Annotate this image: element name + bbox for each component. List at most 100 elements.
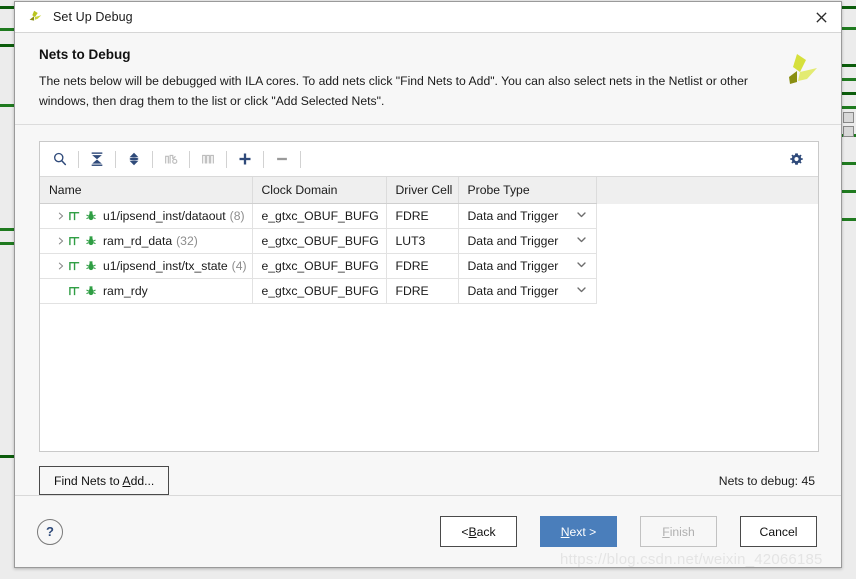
nets-panel: Name Clock Domain Driver Cell Probe Type… xyxy=(39,141,819,452)
search-icon[interactable] xyxy=(46,146,74,172)
net-name-label: ram_rdy xyxy=(103,284,148,298)
cell-driver-cell: FDRE xyxy=(386,278,459,304)
cell-probe-type[interactable]: Data and Trigger xyxy=(458,278,597,304)
set-up-debug-dialog: Set Up Debug Nets to Debug The nets belo… xyxy=(14,1,842,568)
chevron-down-icon[interactable] xyxy=(576,209,587,223)
bg-stripe xyxy=(0,28,14,31)
finish-mnemonic: F xyxy=(662,524,670,539)
dialog-titlebar: Set Up Debug xyxy=(15,2,841,33)
table-row[interactable]: u1/ipsend_inst/dataout (8) e_gtxc_OBUF_BUF… xyxy=(40,203,818,229)
probe-type-value: Data and Trigger xyxy=(467,259,559,273)
cell-probe-type[interactable]: Data and Trigger xyxy=(458,203,597,229)
bg-chip xyxy=(843,112,854,123)
cell-probe-type[interactable]: Data and Trigger xyxy=(458,253,597,279)
finish-button: Finish xyxy=(640,516,717,547)
nets-toolbar xyxy=(40,142,818,177)
back-label-pre: < xyxy=(461,524,469,539)
chevron-down-icon[interactable] xyxy=(576,284,587,298)
bg-stripe xyxy=(0,455,14,458)
expand-chevron-icon[interactable] xyxy=(53,259,68,273)
next-label-post: ext > xyxy=(569,524,597,539)
gear-icon[interactable] xyxy=(782,146,810,172)
net-bit-count-label: (4) xyxy=(231,259,247,273)
cell-driver-cell: LUT3 xyxy=(386,228,459,254)
back-button[interactable]: < Back xyxy=(440,516,517,547)
expand-chevron-icon[interactable] xyxy=(53,209,68,223)
probe-type-select[interactable]: Data and Trigger xyxy=(468,259,596,273)
toolbar-separator xyxy=(300,150,301,168)
column-header-driver-cell[interactable]: Driver Cell xyxy=(386,177,459,204)
net-waveform-icon xyxy=(68,209,83,223)
add-nets-icon[interactable] xyxy=(231,146,259,172)
bg-stripe xyxy=(842,64,856,67)
close-icon[interactable] xyxy=(801,2,841,32)
find-nets-to-add-button[interactable]: Find Nets to Add... xyxy=(39,466,170,495)
back-mnemonic: B xyxy=(468,524,477,539)
column-header-probe-type[interactable]: Probe Type xyxy=(458,177,597,204)
cell-clock-domain: e_gtxc_OBUF_BUFG xyxy=(252,203,387,229)
next-mnemonic: N xyxy=(560,524,570,539)
net-waveform-icon xyxy=(68,284,83,298)
collapse-all-icon[interactable] xyxy=(83,146,111,172)
toolbar-separator xyxy=(189,150,190,168)
cell-name[interactable]: u1/ipsend_inst/dataout (8) xyxy=(40,203,253,229)
toolbar-separator xyxy=(263,150,264,168)
bg-stripe xyxy=(0,104,14,107)
remove-nets-icon[interactable] xyxy=(268,146,296,172)
cell-driver-cell: FDRE xyxy=(386,253,459,279)
expand-all-icon[interactable] xyxy=(120,146,148,172)
toolbar-separator xyxy=(78,150,79,168)
bg-stripe xyxy=(0,242,14,245)
debug-net-icon xyxy=(85,210,98,223)
bg-stripe xyxy=(842,92,856,95)
panel-footer: Find Nets to Add... Nets to debug: 45 xyxy=(39,452,819,495)
bg-stripe xyxy=(842,27,856,30)
cell-driver-cell: FDRE xyxy=(386,203,459,229)
cell-filler xyxy=(596,279,818,304)
net-name-label: u1/ipsend_inst/tx_state xyxy=(103,259,228,273)
bg-stripe xyxy=(842,218,856,221)
cancel-button[interactable]: Cancel xyxy=(740,516,817,547)
toolbar-separator xyxy=(226,150,227,168)
table-row[interactable]: u1/ipsend_inst/tx_state (4) e_gtxc_OBUF_BU… xyxy=(40,253,818,279)
cell-probe-type[interactable]: Data and Trigger xyxy=(458,228,597,254)
probe-type-select[interactable]: Data and Trigger xyxy=(468,234,596,248)
net-bit-count-label: (32) xyxy=(176,234,198,248)
name-cell-content: ram_rd_data (32) xyxy=(49,234,251,248)
expand-chevron-icon[interactable] xyxy=(53,234,68,248)
probe-type-select[interactable]: Data and Trigger xyxy=(468,284,596,298)
bg-stripe xyxy=(842,6,856,9)
probe-type-value: Data and Trigger xyxy=(467,209,559,223)
column-header-name[interactable]: Name xyxy=(40,177,253,204)
find-nets-label-post: dd... xyxy=(130,473,155,488)
net-name-label: u1/ipsend_inst/dataout xyxy=(103,209,226,223)
select-nets-icon xyxy=(194,146,222,172)
column-header-clock-domain[interactable]: Clock Domain xyxy=(252,177,387,204)
table-row[interactable]: ram_rd_data (32) e_gtxc_OBUF_BUFG LUT3 Data … xyxy=(40,228,818,254)
help-button[interactable]: ? xyxy=(37,518,63,545)
finish-label-post: inish xyxy=(669,524,695,539)
bg-stripe xyxy=(842,106,856,109)
probe-type-value: Data and Trigger xyxy=(467,284,559,298)
select-clock-domain-icon xyxy=(157,146,185,172)
bg-chip xyxy=(843,126,854,137)
page-title: Nets to Debug xyxy=(39,47,131,62)
next-button[interactable]: Next > xyxy=(540,516,617,547)
xilinx-logo-icon xyxy=(779,49,823,91)
cell-name[interactable]: u1/ipsend_inst/tx_state (4) xyxy=(40,253,253,279)
chevron-down-icon[interactable] xyxy=(576,234,587,248)
name-cell-content: ram_rdy xyxy=(49,284,251,298)
cell-name[interactable]: ram_rd_data (32) xyxy=(40,228,253,254)
chevron-down-icon[interactable] xyxy=(576,259,587,273)
name-cell-content: u1/ipsend_inst/dataout (8) xyxy=(49,209,251,223)
cell-name[interactable]: ram_rdy xyxy=(40,278,253,304)
bg-stripe xyxy=(0,6,14,9)
dialog-body: Name Clock Domain Driver Cell Probe Type… xyxy=(15,125,841,495)
table-row[interactable]: ram_rdy e_gtxc_OBUF_BUFG FDRE Data and Trig… xyxy=(40,278,818,304)
probe-type-select[interactable]: Data and Trigger xyxy=(468,209,596,223)
dialog-header: Nets to Debug The nets below will be deb… xyxy=(15,33,841,125)
bg-stripe xyxy=(842,78,856,81)
cell-clock-domain: e_gtxc_OBUF_BUFG xyxy=(252,253,387,279)
net-waveform-icon xyxy=(68,234,83,248)
